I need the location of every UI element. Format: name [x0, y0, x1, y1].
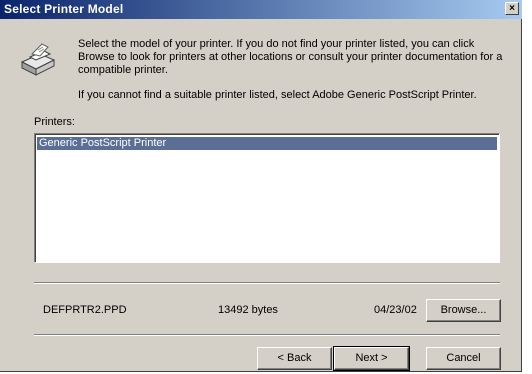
- printers-label: Printers:: [34, 116, 75, 128]
- select-printer-model-dialog: Select Printer Model × Select the model …: [0, 0, 522, 372]
- ppd-file-date: 04/23/02: [374, 304, 417, 316]
- fallback-instructions-text: If you cannot find a suitable printer li…: [78, 89, 477, 101]
- close-button[interactable]: ×: [505, 2, 519, 15]
- divider: [34, 282, 500, 284]
- ppd-file-size: 13492 bytes: [218, 304, 278, 316]
- next-button[interactable]: Next >: [333, 346, 410, 371]
- cancel-button[interactable]: Cancel: [426, 347, 501, 370]
- ppd-filename: DEFPRTR2.PPD: [43, 304, 127, 316]
- printers-list[interactable]: Generic PostScript Printer: [34, 133, 500, 263]
- printer-icon: [20, 43, 56, 76]
- browse-button[interactable]: Browse...: [426, 299, 501, 322]
- divider-bottom: [34, 334, 500, 336]
- title-bar[interactable]: Select Printer Model ×: [0, 0, 522, 19]
- instructions-text: Select the model of your printer. If you…: [78, 38, 503, 76]
- back-button[interactable]: < Back: [257, 347, 332, 370]
- window-title: Select Printer Model: [4, 2, 124, 16]
- list-item-generic-postscript-printer[interactable]: Generic PostScript Printer: [37, 137, 497, 150]
